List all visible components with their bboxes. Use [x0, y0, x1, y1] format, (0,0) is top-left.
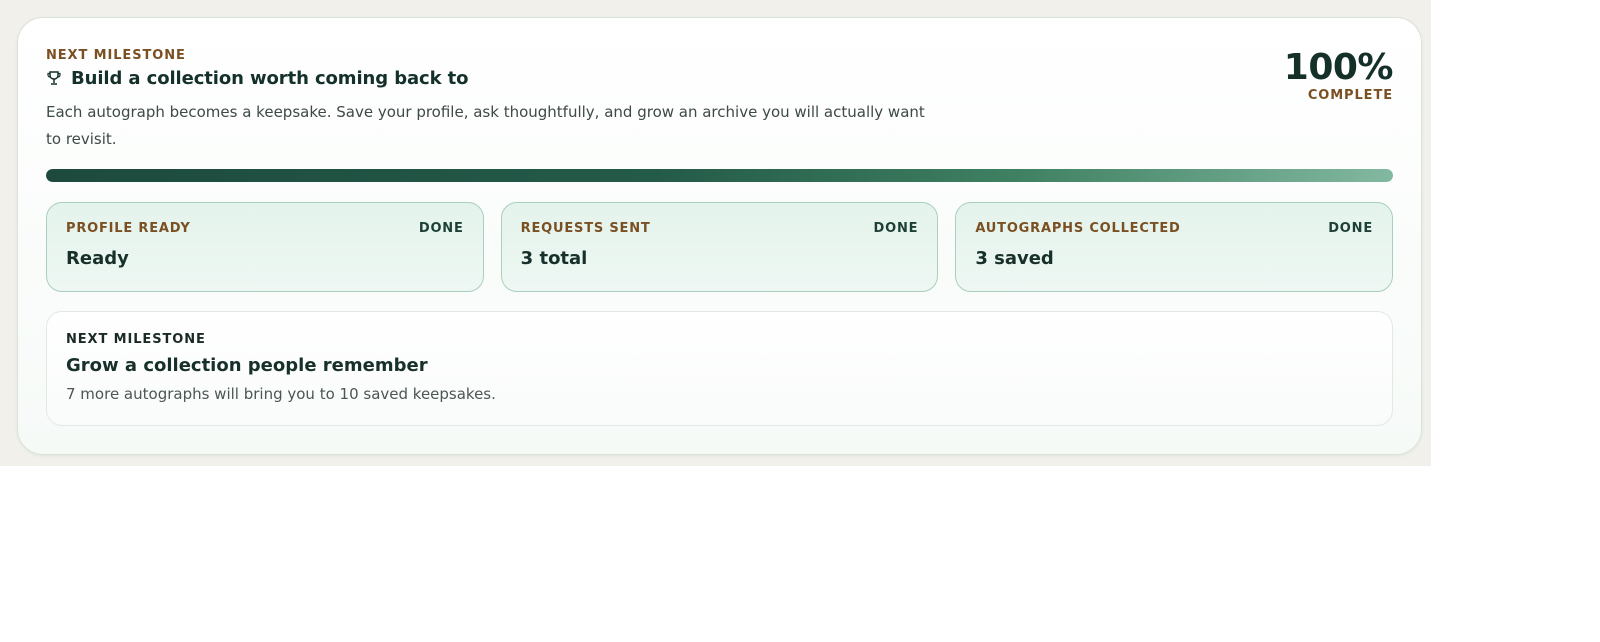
- progress-bar: [46, 169, 1393, 182]
- stat-value: Ready: [66, 248, 129, 269]
- milestone-title: Build a collection worth coming back to: [71, 68, 469, 89]
- trophy-icon: [46, 70, 62, 88]
- completion-summary: 100% COMPLETE: [1283, 47, 1394, 104]
- stat-label: REQUESTS SENT: [520, 221, 651, 236]
- milestone-eyebrow: NEXT MILESTONE: [46, 48, 186, 63]
- stats-row: PROFILE READY DONE Ready REQUESTS SENT D…: [46, 202, 1394, 292]
- stat-card-requests: REQUESTS SENT DONE 3 total: [500, 202, 939, 292]
- stat-card-profile: PROFILE READY DONE Ready: [46, 202, 484, 292]
- stat-label: AUTOGRAPHS COLLECTED: [975, 221, 1181, 236]
- stat-status: DONE: [418, 221, 464, 236]
- stat-card-autographs: AUTOGRAPHS COLLECTED DONE 3 saved: [955, 202, 1394, 292]
- completion-label: COMPLETE: [1307, 88, 1393, 103]
- milestone-title-row: Build a collection worth coming back to: [46, 68, 469, 89]
- stat-label: PROFILE READY: [66, 221, 191, 236]
- next-milestone-box: NEXT MILESTONE Grow a collection people …: [46, 311, 1393, 426]
- stat-value: 3 saved: [975, 248, 1054, 269]
- next-milestone-description: 7 more autographs will bring you to 10 s…: [66, 385, 496, 403]
- completion-percent: 100%: [1283, 47, 1394, 88]
- next-milestone-title: Grow a collection people remember: [66, 355, 428, 376]
- stat-status: DONE: [873, 221, 919, 236]
- progress-fill: [46, 169, 1393, 182]
- milestone-description: Each autograph becomes a keepsake. Save …: [46, 103, 925, 148]
- milestone-card: NEXT MILESTONE Build a collection worth …: [17, 17, 1422, 455]
- stat-value: 3 total: [520, 248, 588, 269]
- next-milestone-eyebrow: NEXT MILESTONE: [66, 332, 206, 347]
- stat-status: DONE: [1328, 221, 1374, 236]
